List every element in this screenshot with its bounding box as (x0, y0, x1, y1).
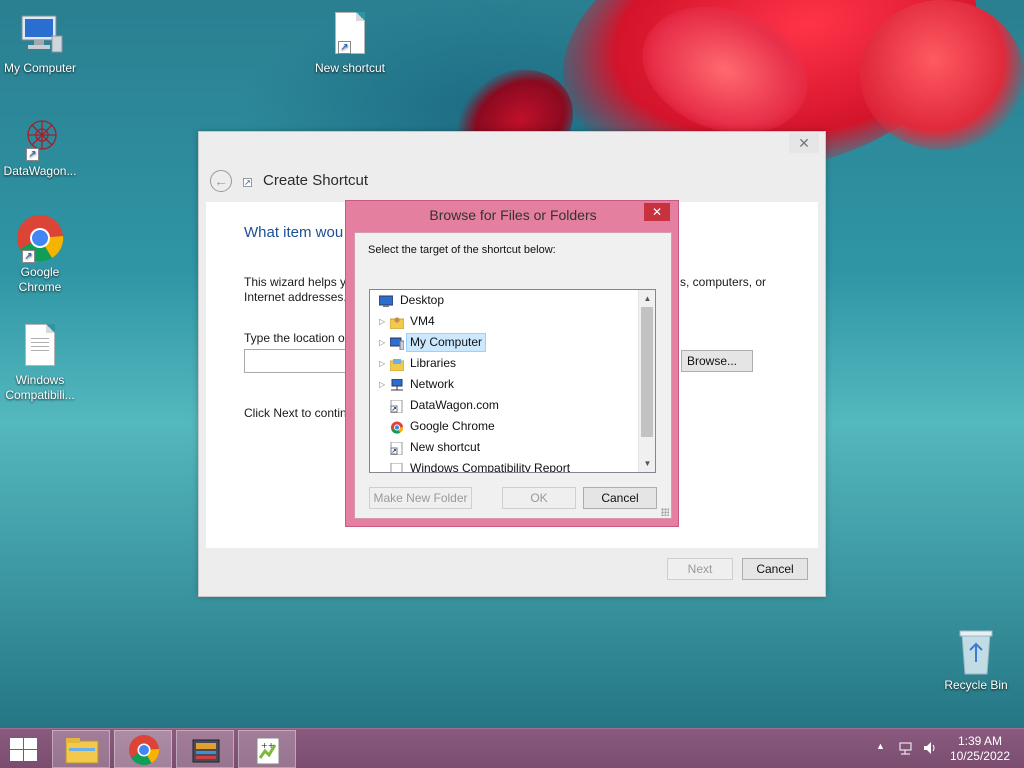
computer-icon (389, 336, 405, 351)
shortcut-icon (390, 441, 404, 456)
browse-button[interactable]: Browse... (681, 350, 753, 372)
desktop-icon-datawagon[interactable]: ↗ DataWagon... (0, 113, 80, 179)
browse-dialog: Browse for Files or Folders ✕ Select the… (345, 200, 679, 527)
make-new-folder-button[interactable]: Make New Folder (369, 487, 472, 509)
document-icon (16, 322, 64, 370)
desktop-icon-label: Windows Compatibili... (5, 373, 75, 402)
wallpaper-petal (860, 0, 1024, 150)
desktop-icon-label: Google Chrome (18, 265, 62, 294)
wizard-heading: What item wou (244, 224, 344, 241)
tree-item-new-shortcut[interactable]: New shortcut (370, 437, 640, 458)
desktop-icon-windows-compatibility[interactable]: Windows Compatibili... (0, 322, 80, 403)
tree-item-libraries[interactable]: ▷ Libraries (370, 353, 640, 374)
desktop-icon (378, 294, 394, 307)
location-input[interactable] (244, 349, 354, 373)
clock-time: 1:39 AM (957, 734, 1002, 748)
chrome-icon (129, 735, 160, 766)
archive-icon (192, 739, 220, 763)
location-label: Type the location o (244, 331, 345, 345)
ok-button[interactable]: OK (502, 487, 576, 509)
start-button[interactable] (8, 737, 38, 761)
desktop-icon-google-chrome[interactable]: ↗ Google Chrome (0, 214, 80, 295)
desktop-icon-label: DataWagon... (3, 164, 77, 178)
tree-item-google-chrome[interactable]: Google Chrome (370, 416, 640, 437)
next-hint-text: Click Next to contin (244, 406, 347, 420)
shortcut-arrow-icon: ↗ (338, 41, 351, 54)
window-title: Create Shortcut (263, 172, 369, 189)
network-icon (390, 378, 404, 391)
cancel-button[interactable]: Cancel (742, 558, 808, 580)
shortcut-icon (390, 399, 404, 414)
dialog-title: Browse for Files or Folders (429, 207, 597, 223)
scroll-down-icon[interactable]: ▼ (639, 455, 655, 472)
computer-icon (16, 10, 64, 58)
volume-icon[interactable] (922, 740, 938, 768)
tree-item-desktop[interactable]: Desktop (370, 290, 640, 311)
notepad-plus-plus-icon: ++ (256, 737, 280, 765)
back-button[interactable]: ← (210, 170, 232, 192)
chrome-icon: ↗ (16, 214, 64, 263)
close-button[interactable]: ✕ (644, 203, 670, 221)
shortcut-arrow-icon: ↗ (26, 148, 39, 161)
taskbar-file-explorer[interactable] (52, 730, 110, 768)
taskbar-notepad-plus-plus[interactable]: ++ (238, 730, 296, 768)
back-arrow-icon: ← (214, 173, 228, 189)
svg-text:++: ++ (261, 741, 274, 750)
user-folder-icon (389, 315, 405, 330)
expand-arrow-icon[interactable]: ▷ (379, 374, 387, 395)
recycle-bin-icon (956, 628, 996, 676)
cancel-button[interactable]: Cancel (583, 487, 657, 509)
folder-tree[interactable]: Desktop ▷ VM4 ▷ My Computer ▷ Libraries … (369, 289, 656, 473)
file-explorer-icon (65, 738, 99, 764)
desktop-icon-recycle-bin[interactable]: Recycle Bin (936, 628, 1016, 692)
tree-item-datawagon[interactable]: DataWagon.com (370, 395, 640, 416)
expand-arrow-icon[interactable]: ▷ (379, 353, 387, 374)
chrome-icon (390, 420, 404, 434)
scroll-thumb[interactable] (641, 307, 653, 437)
clock-date: 10/25/2022 (949, 749, 1010, 763)
datawagon-icon: ↗ (16, 113, 64, 161)
taskbar-google-chrome[interactable] (114, 730, 172, 768)
desktop-icon-label: My Computer (3, 61, 77, 75)
wizard-intro-text-continued: s, computers, or (680, 275, 767, 289)
dialog-content: Select the target of the shortcut below:… (354, 232, 672, 519)
tree-item-vm4[interactable]: ▷ VM4 (370, 311, 640, 332)
windows-logo-icon (10, 738, 23, 749)
wizard-intro-text: This wizard helps y (244, 275, 347, 289)
desktop-icon-my-computer[interactable]: My Computer (0, 10, 80, 76)
desktop-icon-label: Recycle Bin (944, 678, 1008, 692)
expand-arrow-icon[interactable]: ▷ (379, 332, 387, 353)
tree-item-windows-compatibility-report[interactable]: Windows Compatibility Report (370, 458, 640, 472)
system-clock[interactable]: 1:39 AM 10/25/2022 (950, 734, 1010, 764)
expand-arrow-icon[interactable]: ▷ (379, 311, 387, 332)
desktop-icon-label: New shortcut (314, 61, 386, 75)
tree-item-my-computer[interactable]: ▷ My Computer (370, 332, 640, 353)
network-status-icon[interactable] (898, 740, 914, 768)
libraries-icon (389, 357, 405, 372)
show-hidden-icons[interactable]: ▲ (876, 741, 885, 768)
resize-grip-icon[interactable] (661, 508, 669, 516)
tree-item-network[interactable]: ▷ Network (370, 374, 640, 395)
next-button[interactable]: Next (667, 558, 733, 580)
taskbar: ++ ▲ 1:39 AM 10/25/2022 (0, 728, 1024, 768)
blank-file-icon: ↗ (326, 10, 374, 58)
close-button[interactable]: ✕ (789, 133, 819, 153)
instruction-text: Select the target of the shortcut below: (368, 244, 556, 256)
scroll-up-icon[interactable]: ▲ (639, 290, 655, 307)
shortcut-arrow-icon: ↗ (22, 250, 35, 263)
desktop-icon-new-shortcut[interactable]: ↗ New shortcut (310, 10, 390, 76)
taskbar-archive-app[interactable] (176, 730, 234, 768)
shortcut-icon: ↗ (243, 178, 252, 187)
document-icon (390, 462, 404, 472)
vertical-scrollbar[interactable]: ▲ ▼ (638, 290, 655, 472)
wizard-intro-text-line2: Internet addresses. (244, 290, 347, 304)
